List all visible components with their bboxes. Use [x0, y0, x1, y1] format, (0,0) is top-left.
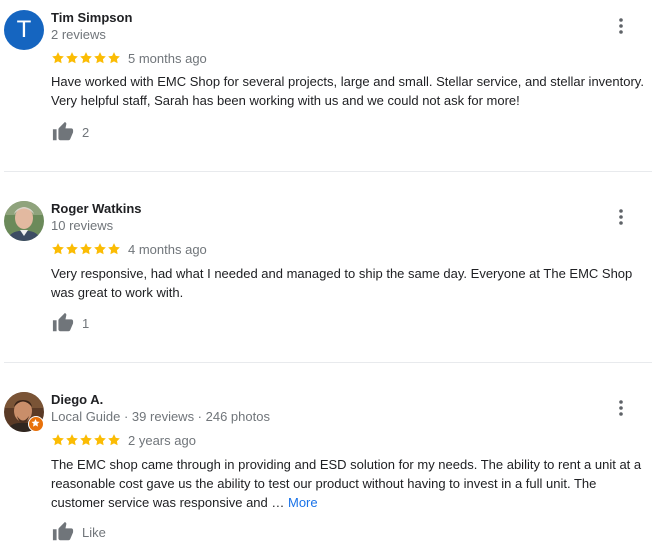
- star-icon: [94, 52, 106, 64]
- star-icon: [52, 434, 64, 446]
- reviewer-meta[interactable]: Local Guide · 39 reviews · 246 photos: [51, 409, 270, 424]
- rating-stars: [51, 51, 121, 65]
- thumb-up-icon: [52, 521, 74, 541]
- like-button[interactable]: 1: [52, 312, 89, 334]
- reviewer-photo: [4, 201, 44, 241]
- reviewer-name[interactable]: Diego A.: [51, 392, 103, 407]
- star-icon: [52, 52, 64, 64]
- reviewer-meta[interactable]: 10 reviews: [51, 218, 113, 233]
- review-text: Very responsive, had what I needed and m…: [51, 266, 633, 300]
- star-icon: [108, 52, 120, 64]
- thumb-up-icon: [52, 312, 74, 332]
- like-label: Like: [82, 524, 106, 540]
- rating-stars: [51, 433, 121, 447]
- local-guide-badge-icon: [28, 416, 44, 432]
- star-icon: [80, 52, 92, 64]
- like-count: 1: [82, 315, 90, 331]
- review-age: 4 months ago: [128, 242, 207, 257]
- star-icon: [80, 434, 92, 446]
- thumb-up-icon: [52, 121, 74, 141]
- like-button[interactable]: 2: [52, 121, 89, 143]
- star-icon: [52, 243, 64, 255]
- star-icon: [108, 434, 120, 446]
- star-icon: [94, 243, 106, 255]
- reviewer-name[interactable]: Tim Simpson: [51, 10, 132, 25]
- like-count: 2: [82, 124, 90, 140]
- star-icon: [66, 52, 78, 64]
- reviewer-name[interactable]: Roger Watkins: [51, 201, 142, 216]
- review-text: Have worked with EMC Shop for several pr…: [51, 74, 644, 108]
- review-text: The EMC shop came through in providing a…: [51, 455, 651, 512]
- more-link[interactable]: More: [288, 495, 318, 510]
- divider: [4, 362, 652, 363]
- reviewer-avatar[interactable]: T: [4, 10, 44, 50]
- more-vert-icon: [619, 209, 623, 225]
- review-age: 2 years ago: [128, 433, 196, 448]
- star-icon: [66, 434, 78, 446]
- more-options-button[interactable]: [611, 398, 631, 418]
- review-text-body: The EMC shop came through in providing a…: [51, 457, 642, 510]
- star-icon: [94, 434, 106, 446]
- more-vert-icon: [619, 400, 623, 416]
- like-button[interactable]: Like: [52, 521, 106, 543]
- more-options-button[interactable]: [611, 207, 631, 227]
- reviewer-avatar[interactable]: [4, 201, 44, 241]
- star-icon: [80, 243, 92, 255]
- more-vert-icon: [619, 18, 623, 34]
- review-age: 5 months ago: [128, 51, 207, 66]
- rating-stars: [51, 242, 121, 256]
- star-icon: [66, 243, 78, 255]
- star-icon: [108, 243, 120, 255]
- more-options-button[interactable]: [611, 16, 631, 36]
- divider: [4, 171, 652, 172]
- reviewer-meta[interactable]: 2 reviews: [51, 27, 106, 42]
